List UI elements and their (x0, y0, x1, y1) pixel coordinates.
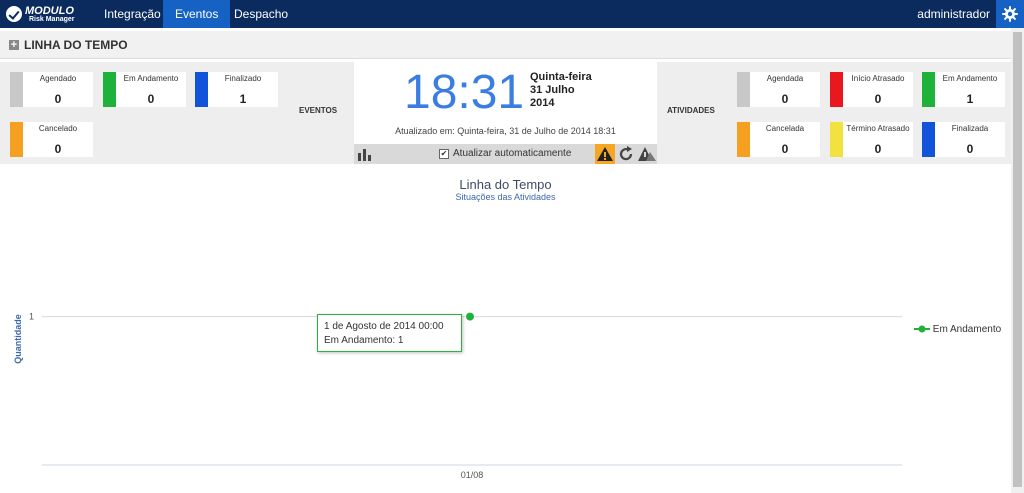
user-menu[interactable]: administrador (917, 0, 990, 28)
card-atividade-inicio-atrasado[interactable]: Início Atrasado 0 (830, 72, 913, 107)
settings-button[interactable] (996, 0, 1024, 28)
status-color-bar (922, 122, 935, 157)
status-color-bar (737, 72, 750, 107)
card-value: 0 (54, 142, 62, 156)
page-title: LINHA DO TEMPO (24, 38, 128, 52)
clock-year: 2014 (530, 97, 555, 109)
card-value: 0 (781, 92, 789, 106)
card-value: 0 (147, 92, 155, 106)
card-value: 0 (874, 92, 882, 106)
card-evento-em-andamento[interactable]: Em Andamento 0 (103, 72, 186, 107)
status-color-bar (195, 72, 208, 107)
status-color-bar (10, 72, 23, 107)
clock-weekday: Quinta-feira (530, 71, 592, 83)
alert-road-icon (638, 147, 656, 161)
section-label-atividades: ATIVIDADES (667, 106, 715, 115)
warning-button[interactable] (595, 144, 615, 164)
status-color-bar (830, 122, 843, 157)
card-value: 1 (966, 92, 974, 106)
card-label: Agendada (766, 74, 804, 83)
card-value: 0 (781, 142, 789, 156)
card-label: Em Andamento (942, 74, 998, 83)
card-value: 1 (239, 92, 247, 106)
card-label: Em Andamento (123, 74, 179, 83)
card-atividade-agendada[interactable]: Agendada 0 (737, 72, 820, 107)
data-point (465, 311, 475, 322)
scrollbar-thumb[interactable] (1013, 32, 1022, 487)
logo-check-icon (6, 6, 22, 22)
card-label: Finalizada (951, 124, 989, 133)
status-color-bar (103, 72, 116, 107)
card-atividade-termino-atrasado[interactable]: Término Atrasado 0 (830, 122, 913, 157)
clock-toolbar: ✔ Atualizar automaticamente (354, 144, 657, 164)
last-updated-text: Atualizado em: Quinta-feira, 31 de Julho… (395, 126, 616, 136)
card-atividade-finalizada[interactable]: Finalizada 0 (922, 122, 1005, 157)
card-evento-agendado[interactable]: Agendado 0 (10, 72, 93, 107)
card-value: 0 (54, 92, 62, 106)
tooltip-value: Em Andamento: 1 (324, 335, 404, 346)
card-label: Finalizado (224, 74, 262, 83)
status-color-bar (830, 72, 843, 107)
x-tick-label: 01/08 (461, 470, 484, 480)
auto-update-label: Atualizar automaticamente (453, 148, 572, 159)
bar-chart-icon (358, 149, 371, 161)
refresh-icon (619, 146, 633, 161)
timeline-chart: 1 01/08 (29, 311, 902, 480)
tooltip-date: 1 de Agosto de 2014 00:00 (324, 321, 444, 332)
clock-date: 31 Julho (530, 84, 575, 96)
nav-despacho[interactable]: Despacho (222, 0, 300, 28)
card-label: Cancelado (38, 124, 78, 133)
logo-subtext: Risk Manager (29, 16, 75, 23)
card-label: Agendado (39, 74, 77, 83)
clock-widget: 18:31 Quinta-feira 31 Julho 2014 Atualiz… (354, 62, 657, 164)
auto-update-checkbox[interactable]: ✔ (439, 149, 449, 159)
warning-icon (597, 147, 613, 161)
status-color-bar (922, 72, 935, 107)
modulo-logo[interactable]: MODULO Risk Manager (4, 3, 84, 25)
page-header: + LINHA DO TEMPO (0, 31, 1011, 59)
card-atividade-em-andamento[interactable]: Em Andamento 1 (922, 72, 1005, 107)
section-label-eventos: EVENTOS (299, 106, 338, 115)
road-alert-button[interactable] (637, 144, 657, 164)
legend-marker (914, 325, 930, 333)
y-tick-label: 1 (29, 312, 34, 322)
status-color-bar (737, 122, 750, 157)
card-evento-finalizado[interactable]: Finalizado 1 (195, 72, 278, 107)
legend-label: Em Andamento (932, 324, 1002, 335)
status-color-bar (10, 122, 23, 157)
card-evento-cancelado[interactable]: Cancelado 0 (10, 122, 93, 157)
card-label: Cancelada (765, 124, 805, 133)
card-value: 0 (966, 142, 974, 156)
gear-icon (1002, 6, 1018, 22)
card-value: 0 (874, 142, 882, 156)
card-atividade-cancelada[interactable]: Cancelada 0 (737, 122, 820, 157)
card-label: Início Atrasado (851, 74, 905, 83)
top-navbar: MODULO Risk Manager Integração Eventos D… (0, 0, 1024, 28)
clock-time: 18:31 (404, 66, 525, 119)
chart-tooltip: 1 de Agosto de 2014 00:00 Em Andamento: … (317, 314, 462, 352)
vertical-scrollbar[interactable] (1011, 28, 1024, 493)
expand-button[interactable]: + (9, 40, 19, 51)
chart-view-button[interactable] (354, 144, 374, 164)
card-label: Término Atrasado (846, 124, 910, 133)
refresh-button[interactable] (616, 144, 636, 164)
nav-eventos[interactable]: Eventos (163, 0, 231, 28)
chart-legend[interactable]: Em Andamento (914, 324, 1001, 335)
nav-integracao[interactable]: Integração (92, 0, 173, 28)
